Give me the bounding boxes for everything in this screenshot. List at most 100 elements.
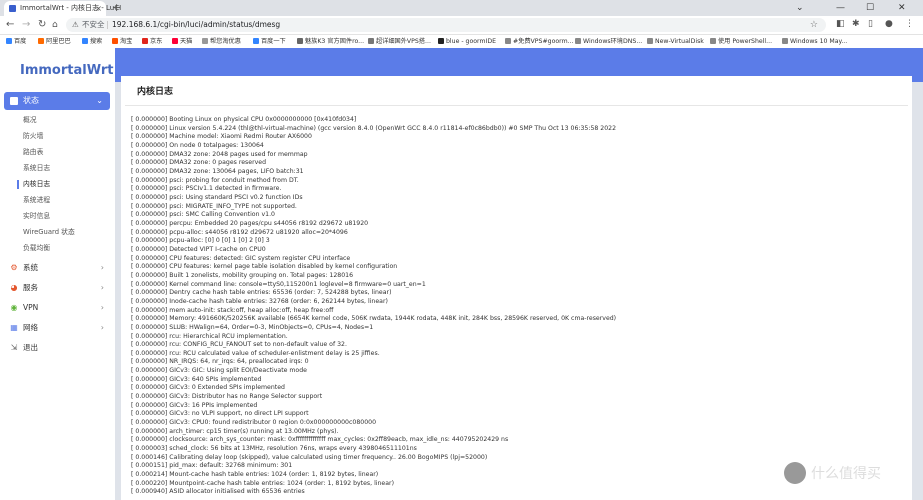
submenu-item[interactable]: 实时信息	[23, 212, 50, 221]
log-line: [ 0.000000] CPU features: kernel page ta…	[131, 263, 398, 271]
bookmark-item[interactable]: 魅族K3 官方固件ro...	[297, 35, 364, 48]
submenu-item[interactable]: 系统进程	[23, 196, 50, 205]
submenu-item-active[interactable]: 内核日志	[16, 180, 50, 189]
bookmark-favicon-icon	[82, 38, 88, 44]
bookmark-star-icon[interactable]: ☆	[810, 18, 818, 32]
bookmark-item[interactable]: 天猫	[172, 35, 192, 48]
browser-tab[interactable]: ImmortalWrt - 内核日志 - LuCI ×	[4, 1, 121, 16]
log-line: [ 0.000000] rcu: Hierarchical RCU implem…	[131, 332, 288, 340]
bookmark-item[interactable]: #免费VPS#goorm...	[505, 35, 574, 48]
log-line: [ 0.000000] GICv3: GIC: Using split EOI/…	[131, 367, 307, 375]
bookmark-favicon-icon	[112, 38, 118, 44]
url-text[interactable]: 192.168.6.1/cgi-bin/luci/admin/status/dm…	[112, 18, 280, 32]
reload-icon[interactable]: ↻	[38, 18, 46, 32]
log-line: [ 0.000000] Kernel command line: console…	[131, 280, 426, 288]
forward-icon[interactable]: →	[22, 18, 30, 32]
tab-search-icon[interactable]: ⌄	[796, 0, 804, 16]
log-line: [ 0.000000] DMA32 zone: 0 pages reserved	[131, 159, 267, 167]
sidebar-item-network[interactable]: ▦ 网络 ›	[9, 322, 109, 334]
log-line: [ 0.000000] On node 0 totalpages: 130064	[131, 141, 264, 149]
bookmark-item[interactable]: 百度	[6, 35, 26, 48]
log-line: [ 0.000000] DMA32 zone: 130064 pages, LI…	[131, 167, 304, 175]
submenu-item[interactable]: 概况	[23, 116, 37, 125]
log-line: [ 0.000214] Mount-cache hash table entri…	[131, 471, 379, 479]
back-icon[interactable]: ←	[6, 18, 14, 32]
home-icon[interactable]: ⌂	[52, 18, 58, 32]
log-line: [ 0.000146] Calibrating delay loop (skip…	[131, 453, 488, 461]
log-line: [ 0.000000] psci: probing for conduit me…	[131, 176, 299, 184]
bookmark-item[interactable]: 百度一下	[253, 35, 286, 48]
bookmark-favicon-icon	[6, 38, 12, 44]
menu-dots-icon[interactable]: ⋮	[905, 19, 914, 29]
new-tab-button[interactable]: +	[112, 0, 121, 16]
bookmark-item[interactable]: 阿里巴巴	[38, 35, 71, 48]
sidebar-item-logout[interactable]: ⇲ 退出	[9, 342, 109, 354]
address-toolbar: ← → ↻ ⌂ ⚠ 不安全 192.168.6.1/cgi-bin/luci/a…	[0, 16, 923, 35]
submenu-item[interactable]: 系统日志	[23, 164, 50, 173]
bookmark-favicon-icon	[782, 38, 788, 44]
bookmark-item[interactable]: blue - goormIDE	[438, 35, 496, 48]
submenu-item[interactable]: 负载均衡	[23, 244, 50, 253]
bookmark-item[interactable]: Windows环境DNS...	[575, 35, 642, 48]
bookmark-item[interactable]: 超详细国外VPS搭...	[368, 35, 431, 48]
bookmark-item[interactable]: 淘宝	[112, 35, 132, 48]
bookmark-favicon-icon	[142, 38, 148, 44]
network-icon: ▦	[10, 323, 18, 332]
extensions-puzzle-icon[interactable]: ✱	[852, 19, 860, 29]
bookmark-item[interactable]: 京东	[142, 35, 162, 48]
browser-tab-strip: ImmortalWrt - 内核日志 - LuCI × + ⌄ — ☐ ✕	[0, 0, 923, 16]
tab-title: ImmortalWrt - 内核日志 - LuCI	[20, 4, 122, 12]
bookmark-item[interactable]: 搜索	[82, 35, 102, 48]
sidebar-item-system[interactable]: ⚙ 系统 ›	[9, 262, 109, 274]
bookmark-favicon-icon	[297, 38, 303, 44]
extension-icon[interactable]: ◧	[836, 19, 845, 29]
warning-icon[interactable]: ⚠	[72, 18, 79, 32]
vpn-icon: ◉	[10, 303, 18, 312]
sidebar-item-vpn[interactable]: ◉ VPN ›	[9, 302, 109, 314]
minimize-button[interactable]: —	[836, 0, 845, 16]
bookmark-favicon-icon	[710, 38, 716, 44]
sidebar-item-label: VPN	[23, 303, 39, 312]
chevron-right-icon: ›	[100, 323, 104, 332]
profile-icon[interactable]: ●	[885, 19, 893, 29]
submenu-item[interactable]: 路由表	[23, 148, 43, 157]
sidebar: ImmortalWrt	[0, 48, 115, 500]
sidebar-toggle-icon[interactable]: ▯	[868, 19, 873, 29]
log-line: [ 0.000000] mem auto-init: stack:off, he…	[131, 306, 334, 314]
chevron-down-icon: ⌄	[96, 96, 103, 105]
chevron-right-icon: ›	[100, 263, 104, 272]
bookmark-favicon-icon	[438, 38, 444, 44]
watermark: 什么值得买	[784, 462, 881, 484]
submenu-item[interactable]: 防火墙	[23, 132, 43, 141]
bookmark-favicon-icon	[647, 38, 653, 44]
log-line: [ 0.000000] Built 1 zonelists, mobility …	[131, 271, 354, 279]
log-line: [ 0.000000] CPU features: detected: GIC …	[131, 254, 351, 262]
not-secure-label[interactable]: 不安全	[82, 18, 105, 32]
bookmark-item[interactable]: 帮您淘优惠	[202, 35, 241, 48]
log-line: [ 0.000220] Mountpoint-cache hash table …	[131, 479, 394, 487]
favicon-icon	[9, 5, 16, 12]
bookmark-item[interactable]: Windows 10 May...	[782, 35, 847, 48]
kernel-log[interactable]: [ 0.000000] Booting Linux on physical CP…	[131, 116, 901, 500]
log-line: [ 0.000151] pid_max: default: 32768 mini…	[131, 462, 293, 470]
sidebar-item-services[interactable]: ◕ 服务 ›	[9, 282, 109, 294]
close-window-button[interactable]: ✕	[898, 0, 906, 16]
sidebar-item-status[interactable]: 状态 ⌄	[4, 92, 110, 110]
maximize-button[interactable]: ☐	[866, 0, 874, 16]
sidebar-item-label: 网络	[23, 323, 38, 332]
log-line: [ 0.000000] percpu: Embedded 20 pages/cp…	[131, 219, 369, 227]
bookmark-item[interactable]: New-VirtualDisk	[647, 35, 704, 48]
log-line: [ 0.000000] clocksource: arch_sys_counte…	[131, 436, 509, 444]
log-line: [ 0.000000] NR_IRQS: 64, nr_irqs: 64, pr…	[131, 358, 309, 366]
tab-close-icon[interactable]: ×	[95, 1, 102, 16]
sidebar-item-label: 系统	[23, 263, 38, 272]
chevron-right-icon: ›	[100, 303, 104, 312]
log-line: [ 0.000000] Inode-cache hash table entri…	[131, 297, 388, 305]
log-line: [ 0.000000] GICv3: 640 SPIs implemented	[131, 375, 262, 383]
submenu-item[interactable]: WireGuard 状态	[23, 228, 75, 237]
address-bar[interactable]: ⚠ 不安全 192.168.6.1/cgi-bin/luci/admin/sta…	[66, 18, 826, 32]
logo[interactable]: ImmortalWrt	[20, 63, 113, 78]
sidebar-item-label: 状态	[23, 96, 39, 105]
dashboard-icon	[10, 97, 18, 105]
bookmark-item[interactable]: 使用 PowerShell...	[710, 35, 772, 48]
